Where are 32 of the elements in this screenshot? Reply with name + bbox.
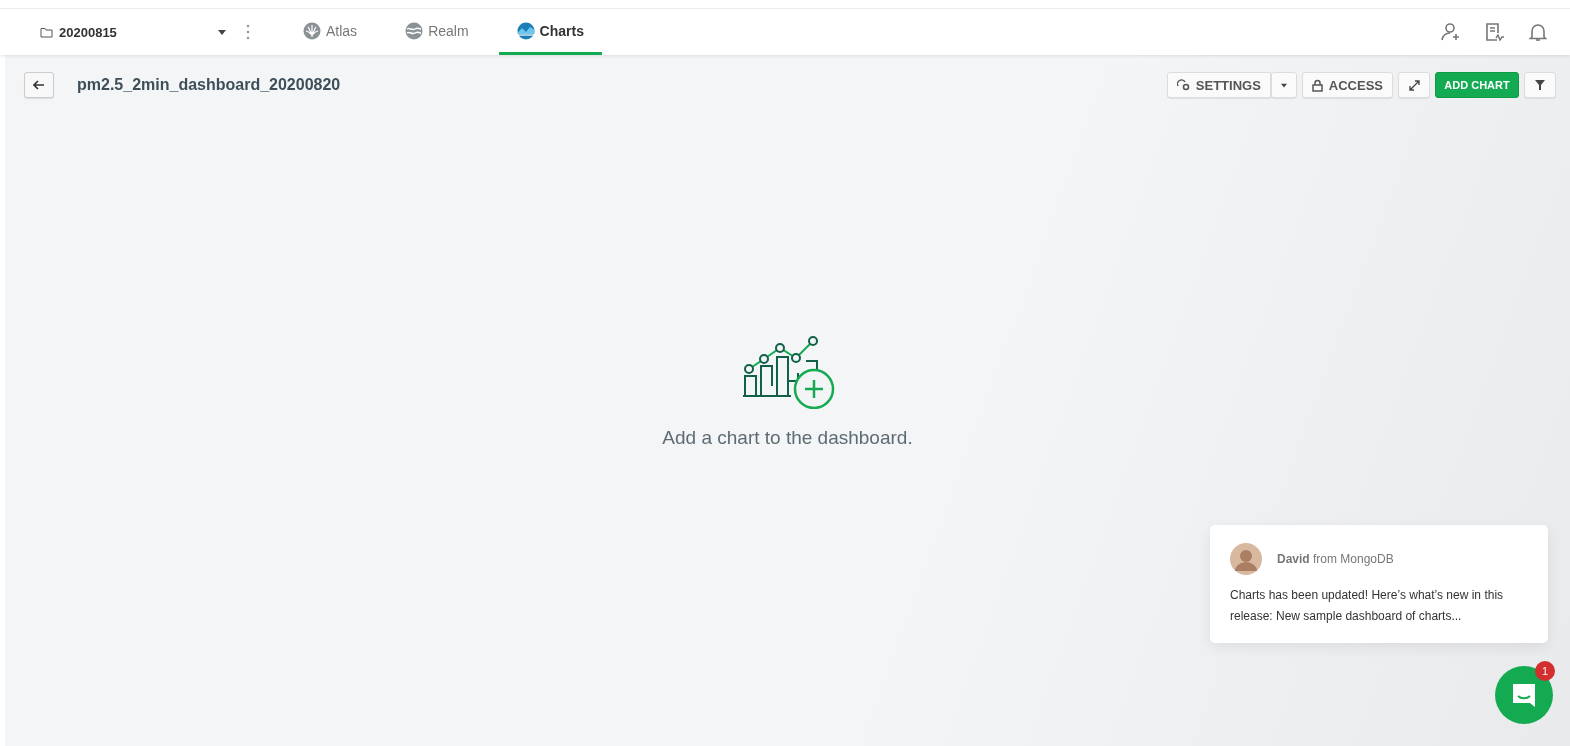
empty-state-message: Add a chart to the dashboard. — [662, 427, 913, 449]
project-name[interactable]: 20200815 — [59, 24, 212, 40]
nav-tab[interactable]: Atlas — [285, 9, 376, 55]
avatar-icon — [1230, 543, 1262, 575]
filter-icon — [1535, 80, 1545, 90]
document-activity-icon[interactable] — [1484, 22, 1506, 42]
unread-count-badge: 1 — [1535, 661, 1555, 681]
fullscreen-button[interactable] — [1398, 72, 1430, 98]
settings-icon — [1176, 79, 1190, 91]
leaf-icon — [303, 21, 321, 40]
settings-button[interactable]: SETTINGS — [1166, 72, 1271, 98]
chart-wave-icon — [516, 21, 535, 40]
access-button[interactable]: ACCESS — [1301, 72, 1393, 98]
folder-icon — [40, 26, 53, 38]
nav-tab[interactable]: Realm — [387, 9, 487, 55]
caret-icon[interactable] — [218, 29, 226, 35]
waves-icon — [405, 21, 424, 40]
expand-icon — [1408, 79, 1420, 91]
chat-launcher-button[interactable] — [1495, 666, 1553, 724]
sender-name: David from MongoDB — [1277, 552, 1394, 566]
back-arrow-icon — [33, 80, 45, 90]
lock-icon — [1311, 78, 1323, 92]
dashboard-title: pm2.5_2min_dashboard_20200820 — [77, 76, 341, 94]
chat-message-card[interactable]: David from MongoDB Charts has been updated! Here’s what’s new in this release: New sample dashboard of charts... — [1210, 525, 1548, 643]
chat-message: Charts has been updated! Here’s what’s new in this release: New sample dashboard of charts... — [1230, 587, 1505, 625]
caret-icon — [1280, 82, 1287, 88]
more-icon[interactable] — [246, 24, 250, 40]
back-button[interactable] — [24, 72, 54, 98]
filter-button[interactable] — [1524, 72, 1556, 98]
notification-bell-icon[interactable] — [1528, 22, 1548, 42]
add-user-icon[interactable] — [1440, 22, 1462, 42]
chat-bubble-icon — [1510, 681, 1538, 709]
